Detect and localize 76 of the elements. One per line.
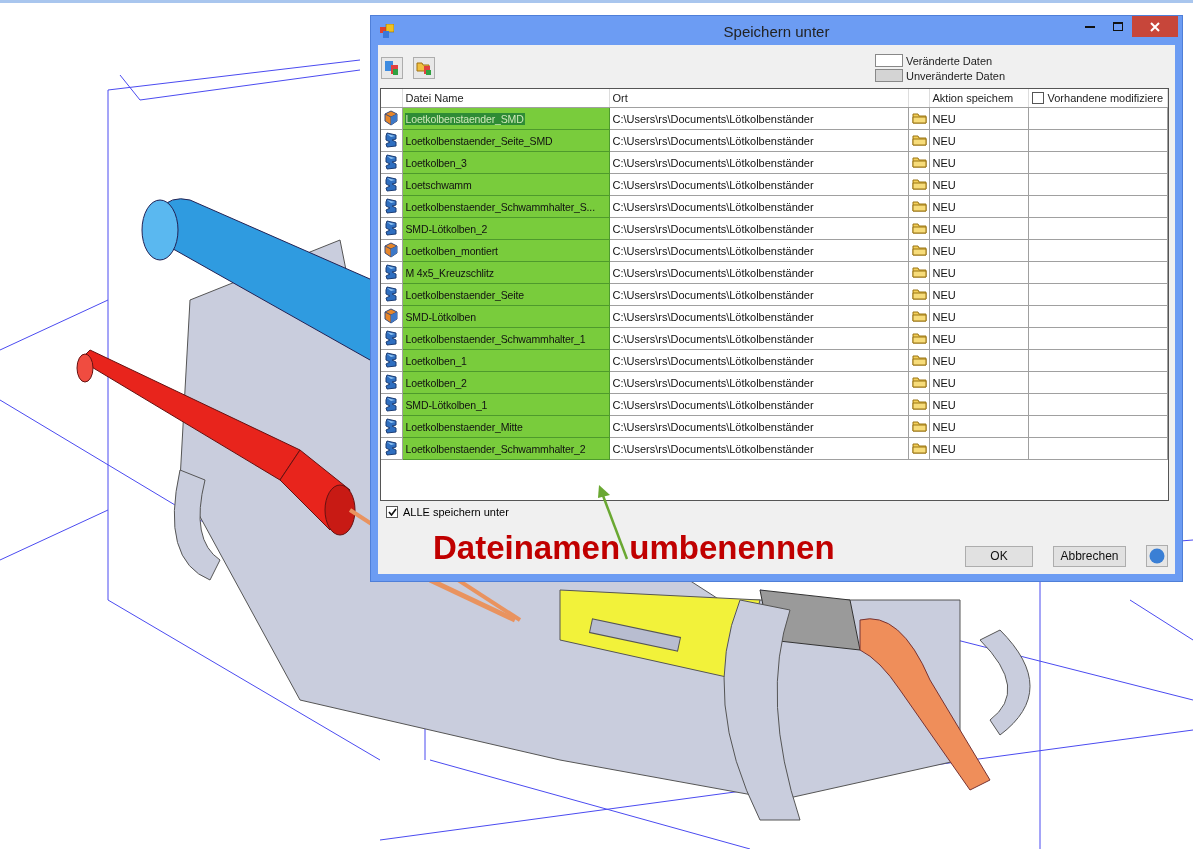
checkbox-label: ALLE speichern unter bbox=[403, 506, 509, 518]
file-name-cell[interactable]: Loetkolben_3 bbox=[404, 156, 468, 169]
folder-icon[interactable] bbox=[911, 309, 927, 322]
app-icon bbox=[380, 23, 394, 38]
location-cell: C:\Users\rs\Documents\Lötkolbenständer bbox=[609, 415, 908, 438]
folder-icon[interactable] bbox=[911, 221, 927, 234]
help-button[interactable] bbox=[1146, 545, 1168, 567]
action-cell: NEU bbox=[929, 195, 1028, 218]
ok-button[interactable]: OK bbox=[965, 545, 1033, 567]
action-cell: NEU bbox=[929, 107, 1028, 130]
folder-icon bbox=[416, 60, 432, 76]
action-cell: NEU bbox=[929, 393, 1028, 416]
copy-files-button[interactable] bbox=[381, 57, 403, 79]
copy-folder-button[interactable] bbox=[413, 57, 435, 79]
folder-icon[interactable] bbox=[911, 375, 927, 388]
action-cell: NEU bbox=[929, 151, 1028, 174]
column-header[interactable]: Aktion speichem bbox=[929, 89, 1028, 108]
action-cell: NEU bbox=[929, 349, 1028, 372]
location-cell: C:\Users\rs\Documents\Lötkolbenständer bbox=[609, 283, 908, 306]
folder-icon[interactable] bbox=[911, 177, 927, 190]
checkbox[interactable] bbox=[386, 506, 398, 518]
folder-icon[interactable] bbox=[911, 265, 927, 278]
action-cell: NEU bbox=[929, 129, 1028, 152]
file-name-cell[interactable]: Loetkolben_1 bbox=[404, 354, 468, 367]
folder-icon[interactable] bbox=[911, 287, 927, 300]
folder-icon[interactable] bbox=[911, 397, 927, 410]
location-cell: C:\Users\rs\Documents\Lötkolbenständer bbox=[609, 239, 908, 262]
action-cell: NEU bbox=[929, 371, 1028, 394]
column-header[interactable]: Ort bbox=[609, 89, 908, 108]
legend-label: Veränderte Daten bbox=[905, 54, 993, 67]
folder-icon[interactable] bbox=[911, 353, 927, 366]
location-cell: C:\Users\rs\Documents\Lötkolbenständer bbox=[609, 371, 908, 394]
checkbox-label: Vorhandene modifiziere bbox=[1047, 92, 1164, 104]
location-cell: C:\Users\rs\Documents\Lötkolbenständer bbox=[609, 437, 908, 460]
folder-icon[interactable] bbox=[911, 133, 927, 146]
action-cell: NEU bbox=[929, 239, 1028, 262]
folder-icon[interactable] bbox=[911, 111, 927, 124]
column-header[interactable]: Datei Name bbox=[402, 89, 609, 108]
maximize-icon bbox=[1113, 22, 1123, 31]
action-cell: NEU bbox=[929, 217, 1028, 240]
location-cell: C:\Users\rs\Documents\Lötkolbenständer bbox=[609, 349, 908, 372]
window-title: Speichern unter bbox=[723, 23, 830, 40]
action-cell: NEU bbox=[929, 327, 1028, 350]
location-cell: C:\Users\rs\Documents\Lötkolbenständer bbox=[609, 195, 908, 218]
action-cell: NEU bbox=[929, 261, 1028, 284]
location-cell: C:\Users\rs\Documents\Lötkolbenständer bbox=[609, 261, 908, 284]
folder-icon[interactable] bbox=[911, 199, 927, 212]
minimize-icon bbox=[1085, 25, 1095, 28]
folder-icon[interactable] bbox=[911, 419, 927, 432]
annotation-text: Dateinamen umbenennen bbox=[433, 529, 835, 567]
location-cell: C:\Users\rs\Documents\Lötkolbenständer bbox=[609, 107, 908, 130]
folder-icon[interactable] bbox=[911, 441, 927, 454]
action-cell: NEU bbox=[929, 283, 1028, 306]
file-name-cell[interactable]: Loetkolben_2 bbox=[404, 376, 468, 389]
folder-icon[interactable] bbox=[911, 331, 927, 344]
action-cell: NEU bbox=[929, 173, 1028, 196]
location-cell: C:\Users\rs\Documents\Lötkolbenständer bbox=[609, 151, 908, 174]
file-name-cell[interactable]: Loetschwamm bbox=[404, 178, 473, 191]
action-cell: NEU bbox=[929, 305, 1028, 328]
location-cell: C:\Users\rs\Documents\Lötkolbenständer bbox=[609, 173, 908, 196]
folder-icon[interactable] bbox=[911, 155, 927, 168]
folder-icon[interactable] bbox=[911, 243, 927, 256]
file-name-cell[interactable]: SMD-Lötkolben bbox=[404, 310, 477, 323]
checkbox[interactable] bbox=[1031, 92, 1044, 104]
location-cell: C:\Users\rs\Documents\Lötkolbenständer bbox=[609, 393, 908, 416]
cancel-button[interactable]: Abbrechen bbox=[1053, 545, 1126, 567]
action-cell: NEU bbox=[929, 415, 1028, 438]
location-cell: C:\Users\rs\Documents\Lötkolbenständer bbox=[609, 217, 908, 240]
documents-icon bbox=[384, 60, 400, 76]
legend-label: Unveränderte Daten bbox=[905, 69, 1005, 82]
location-cell: C:\Users\rs\Documents\Lötkolbenständer bbox=[609, 327, 908, 350]
location-cell: C:\Users\rs\Documents\Lötkolbenständer bbox=[609, 305, 908, 328]
close-icon bbox=[1150, 21, 1160, 32]
close-button[interactable] bbox=[1132, 16, 1178, 37]
location-cell: C:\Users\rs\Documents\Lötkolbenständer bbox=[609, 129, 908, 152]
action-cell: NEU bbox=[929, 437, 1028, 460]
